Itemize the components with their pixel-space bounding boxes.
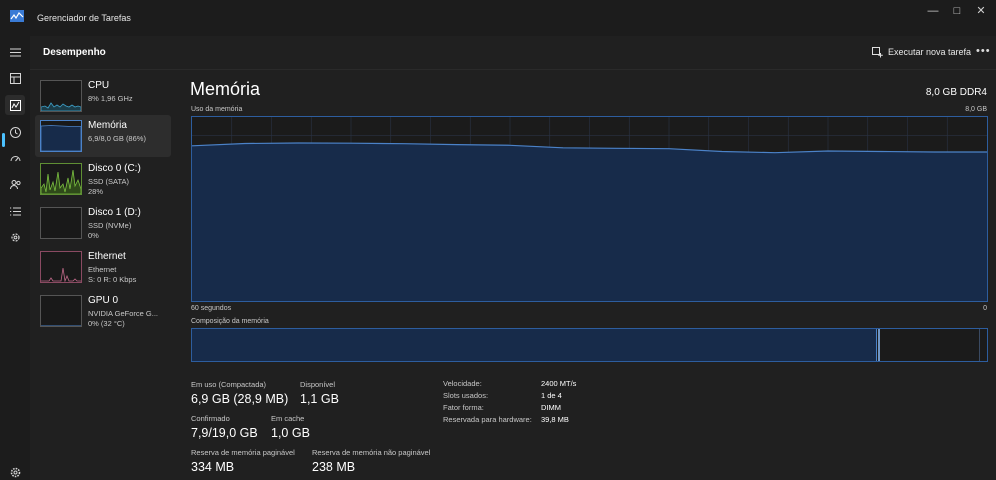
sidebar-item-detail: SSD (NVMe) [88,221,132,230]
settings-gear-icon[interactable] [5,462,25,480]
sidebar-item-disk-1[interactable]: Disco 1 (D:) SSD (NVMe) 0% [35,202,171,244]
sidebar-item-name: Disco 0 (C:) [88,163,141,174]
composition-label: Composição da memória [191,318,269,325]
sidebar-item-name: Disco 1 (D:) [88,207,141,218]
available-value: 1,1 GB [300,392,339,406]
sidebar-item-usage: 0% (32 °C) [88,319,125,328]
ethernet-thumbnail-graph [40,251,82,283]
disk-0-thumbnail-graph [40,163,82,195]
graph-max-label: 8,0 GB [965,106,987,113]
in-use-label: Em uso (Compactada) [191,380,267,389]
cached-label: Em cache [271,414,305,423]
composition-standby [880,329,980,361]
memory-panel: Memória 8,0 GB DDR4 Uso da memória 8,0 G… [176,70,996,480]
memory-usage-chart [192,117,987,301]
sidebar-item-gpu-0[interactable]: GPU 0 NVIDIA GeForce G... 0% (32 °C) [35,290,171,332]
sidebar-item-usage: S: 0 R: 0 Kbps [88,275,137,284]
committed-value: 7,9/19,0 GB [191,426,258,440]
available-label: Disponível [300,380,336,389]
nonpaged-pool-label: Reserva de memória não paginável [312,448,431,457]
details-icon[interactable] [5,201,25,221]
page-title: Desempenho [43,47,106,58]
users-icon[interactable] [5,174,25,194]
form-factor-key: Fator forma: [443,403,484,412]
run-new-task-button[interactable]: Executar nova tarefa [868,43,975,61]
graph-label: Uso da memória [191,106,243,113]
services-icon[interactable] [5,227,25,247]
startup-apps-icon[interactable] [5,148,25,168]
sidebar-item-name: CPU [88,80,110,91]
processes-icon[interactable] [5,68,25,88]
cpu-thumbnail-graph [40,80,82,112]
sidebar-item-usage: 28% [88,187,104,196]
in-use-value: 6,9 GB (28,9 MB) [191,392,289,406]
hardware-reserved-key: Reservada para hardware: [443,415,532,424]
sidebar-item-ethernet[interactable]: Ethernet Ethernet S: 0 R: 0 Kbps [35,246,171,288]
hardware-reserved-value: 39,8 MB [541,415,569,424]
sidebar-item-usage: 0% [88,231,99,240]
gpu-thumbnail-graph [40,295,82,327]
graph-time-label: 60 segundos [191,305,232,312]
committed-label: Confirmado [191,414,230,423]
sidebar-item-name: Memória [88,120,127,131]
sidebar-item-cpu[interactable]: CPU 8% 1,96 GHz [35,75,171,117]
close-button[interactable]: ✕ [972,4,990,18]
title-bar: Gerenciador de Tarefas — □ ✕ [0,0,996,36]
cached-value: 1,0 GB [271,426,310,440]
speed-value: 2400 MT/s [541,379,577,388]
page-header: Desempenho Executar nova tarefa ••• [30,36,996,70]
maximize-button[interactable]: □ [948,4,966,18]
performance-icon[interactable] [5,95,25,115]
app-history-icon[interactable] [5,122,25,142]
minimize-button[interactable]: — [924,4,942,18]
composition-in-use [192,329,877,361]
new-task-icon [872,46,883,57]
disk-1-thumbnail-graph [40,207,82,239]
graph-zero-label: 0 [983,305,987,312]
task-manager-icon [10,10,24,22]
sidebar-item-name: Ethernet [88,251,126,262]
memory-title: Memória [190,79,261,99]
memory-composition-bar [191,328,988,362]
speed-key: Velocidade: [443,379,482,388]
slots-used-key: Slots usados: [443,391,489,400]
sidebar-item-detail: 6,9/8,0 GB (86%) [88,134,146,143]
sidebar-item-name: GPU 0 [88,295,119,306]
window-title: Gerenciador de Tarefas [37,13,131,23]
paged-pool-value: 334 MB [191,460,235,474]
form-factor-value: DIMM [541,403,561,412]
performance-sidebar: CPU 8% 1,96 GHz Memória 6,9/8,0 GB (86%)… [30,70,176,480]
run-new-task-label: Executar nova tarefa [888,47,972,57]
memory-spec: 8,0 GB DDR4 [925,87,987,98]
memory-usage-area [192,143,987,301]
hamburger-menu-icon[interactable] [5,42,25,62]
paged-pool-label: Reserva de memória paginável [191,448,295,457]
more-options-button[interactable]: ••• [976,45,991,57]
sidebar-item-detail: 8% 1,96 GHz [88,94,133,103]
sidebar-item-detail: NVIDIA GeForce G... [88,309,159,318]
nonpaged-pool-value: 238 MB [312,460,356,474]
memory-usage-graph [191,116,988,302]
sidebar-item-memory[interactable]: Memória 6,9/8,0 GB (86%) [35,115,171,157]
sidebar-item-detail: SSD (SATA) [88,177,129,186]
sidebar-item-detail: Ethernet [88,265,117,274]
navigation-rail [0,36,30,480]
sidebar-item-disk-0[interactable]: Disco 0 (C:) SSD (SATA) 28% [35,158,171,200]
memory-thumbnail-graph [40,120,82,152]
slots-used-value: 1 de 4 [541,391,562,400]
